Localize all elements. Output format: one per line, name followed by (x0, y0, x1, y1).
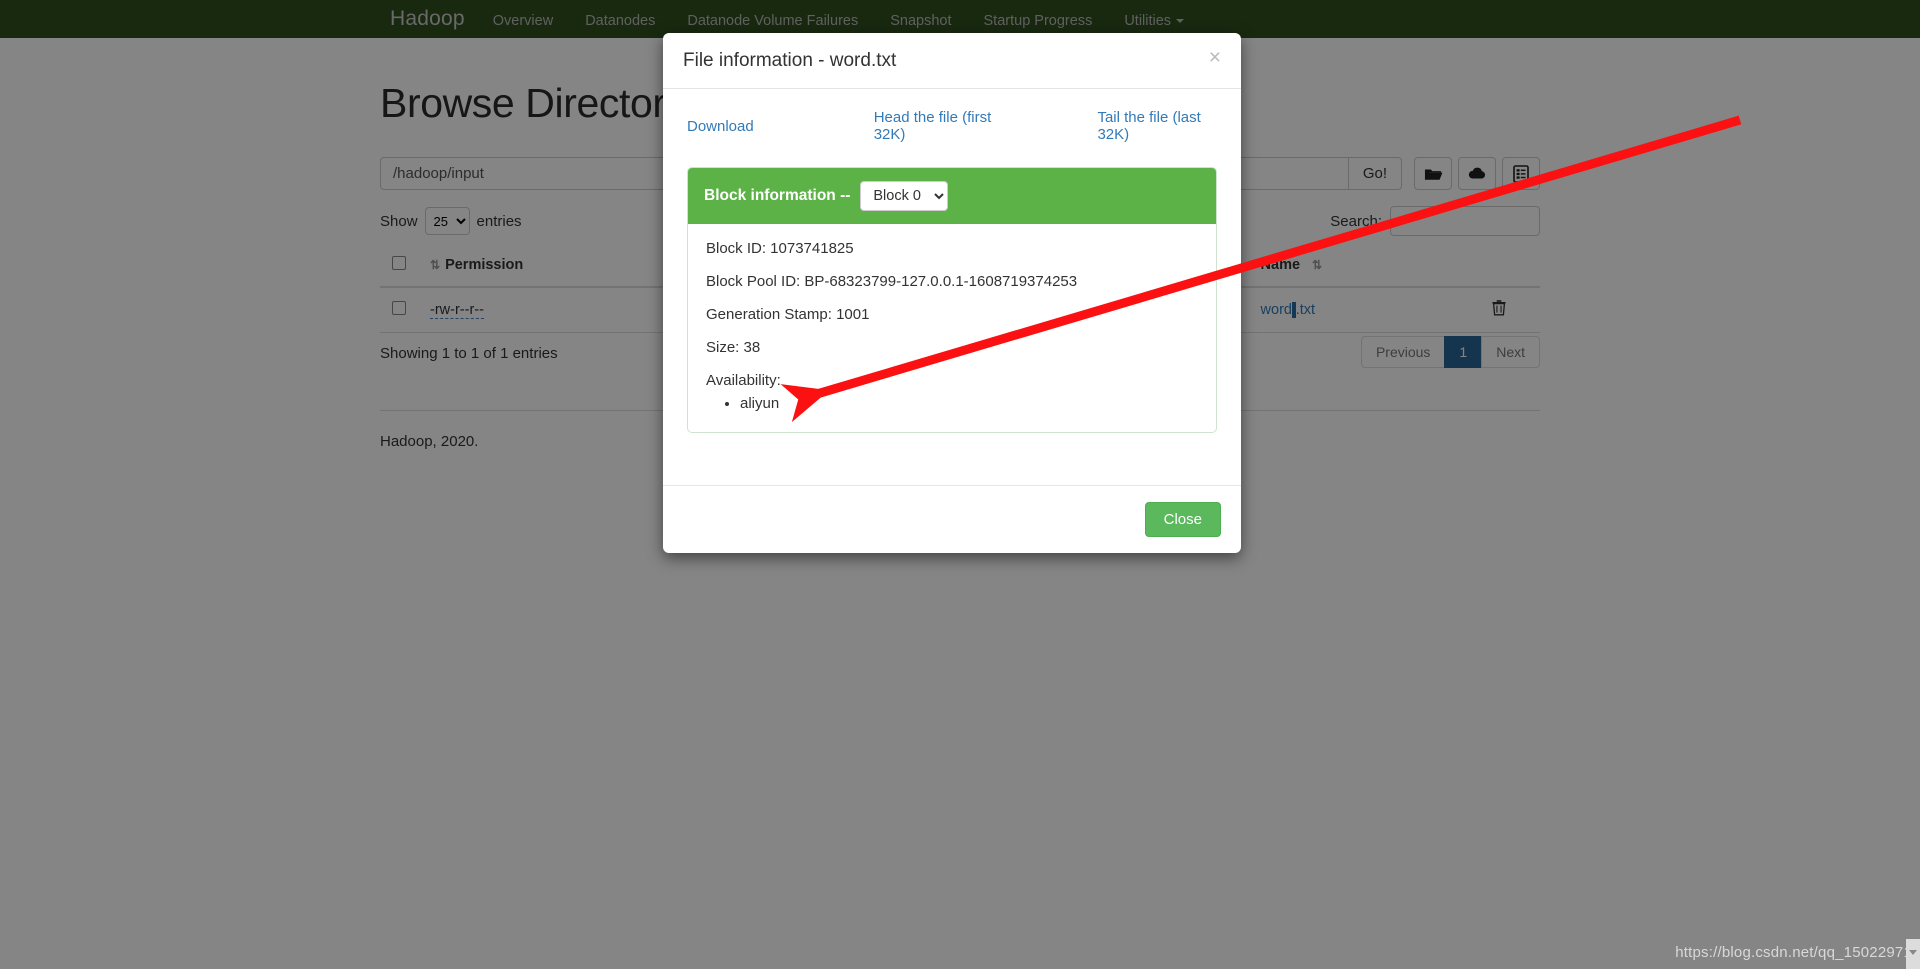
scrollbar-down-arrow[interactable] (1906, 939, 1920, 969)
availability-list: aliyun (706, 395, 1198, 412)
modal-footer: Close (663, 485, 1241, 553)
close-button[interactable]: Close (1144, 502, 1221, 537)
block-information-header: Block information -- Block 0 (688, 168, 1216, 224)
tail-file-link[interactable]: Tail the file (last 32K) (1097, 109, 1217, 143)
modal-header: File information - word.txt × (663, 33, 1241, 89)
block-select[interactable]: Block 0 (860, 181, 949, 211)
download-link[interactable]: Download (687, 118, 754, 135)
block-id-text: Block ID: 1073741825 (706, 240, 854, 257)
modal-title: File information - word.txt (683, 50, 897, 71)
availability-item: aliyun (740, 395, 1198, 412)
file-action-links: Download Head the file (first 32K) Tail … (687, 109, 1217, 143)
size-text: Size: 38 (706, 339, 761, 356)
watermark-text: https://blog.csdn.net/qq_15022971 (1675, 944, 1912, 961)
head-file-link[interactable]: Head the file (first 32K) (874, 109, 1006, 143)
modal-body: Download Head the file (first 32K) Tail … (663, 89, 1241, 443)
block-information-panel: Block information -- Block 0 Block ID: 1… (687, 167, 1217, 433)
block-information-body: Block ID: 1073741825 Block Pool ID: BP-6… (688, 224, 1216, 432)
file-information-modal: File information - word.txt × Download H… (663, 33, 1241, 553)
block-information-label: Block information -- (704, 187, 851, 204)
close-icon[interactable]: × (1209, 47, 1221, 68)
block-pool-id-text: Block Pool ID: BP-68323799-127.0.0.1-160… (706, 273, 1078, 290)
generation-stamp-text: Generation Stamp: 1001 (706, 306, 870, 323)
availability-label: Availability: (706, 372, 781, 389)
